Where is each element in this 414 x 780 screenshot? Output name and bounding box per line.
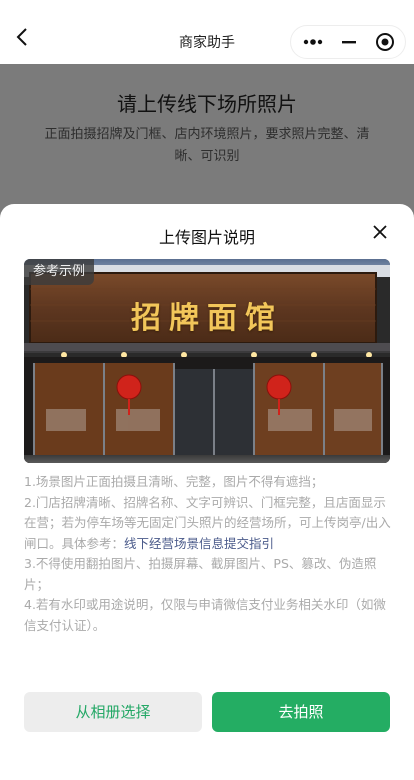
requirement-1: 1.场景图片正面拍摄且清晰、完整，图片不得有遮挡；: [24, 474, 324, 489]
sample-storefront-photo: 参考示例 招牌面馆: [24, 259, 390, 463]
take-photo-button[interactable]: 去拍照: [212, 692, 390, 732]
capsule-menu: [290, 25, 406, 59]
target-close-icon[interactable]: [375, 32, 395, 52]
more-dots-icon[interactable]: [303, 34, 325, 50]
minimize-icon[interactable]: [341, 34, 357, 50]
requirement-4: 4.若有水印或用途说明，仅限与申请微信支付业务相关水印（如微信支付认证）。: [24, 597, 386, 633]
nav-bar: 商家助手: [0, 0, 414, 64]
upload-requirements: 1.场景图片正面拍摄且清晰、完整，图片不得有遮挡； 2.门店招牌清晰、招牌名称、…: [24, 472, 392, 636]
storefront-illustration: [24, 259, 390, 463]
guide-link[interactable]: 线下经营场景信息提交指引: [124, 536, 274, 551]
requirement-2: 2.门店招牌清晰、招牌名称、文字可辨识、门框完整，且店面显示在营；若为停车场等无…: [24, 493, 392, 555]
upload-subheading: 正面拍摄招牌及门框、店内环境照片，要求照片完整、清晰、可识别: [44, 127, 370, 164]
choose-from-album-button[interactable]: 从相册选择: [24, 692, 202, 732]
upload-instructions-sheet: 上传图片说明 参考示例 招牌面馆 1.场景图片正面拍摄且清晰、完整，图片不得有遮…: [0, 204, 414, 780]
shop-sign-text: 招牌面馆: [131, 301, 283, 336]
close-icon[interactable]: [370, 222, 390, 242]
requirement-3: 3.不得使用翻拍图片、拍摄屏幕、截屏图片、PS、篡改、伪造照片；: [24, 556, 377, 592]
sample-tag: 参考示例: [24, 259, 95, 285]
sheet-title: 上传图片说明: [158, 228, 255, 247]
upload-heading: 请上传线下场所照片: [117, 92, 297, 116]
